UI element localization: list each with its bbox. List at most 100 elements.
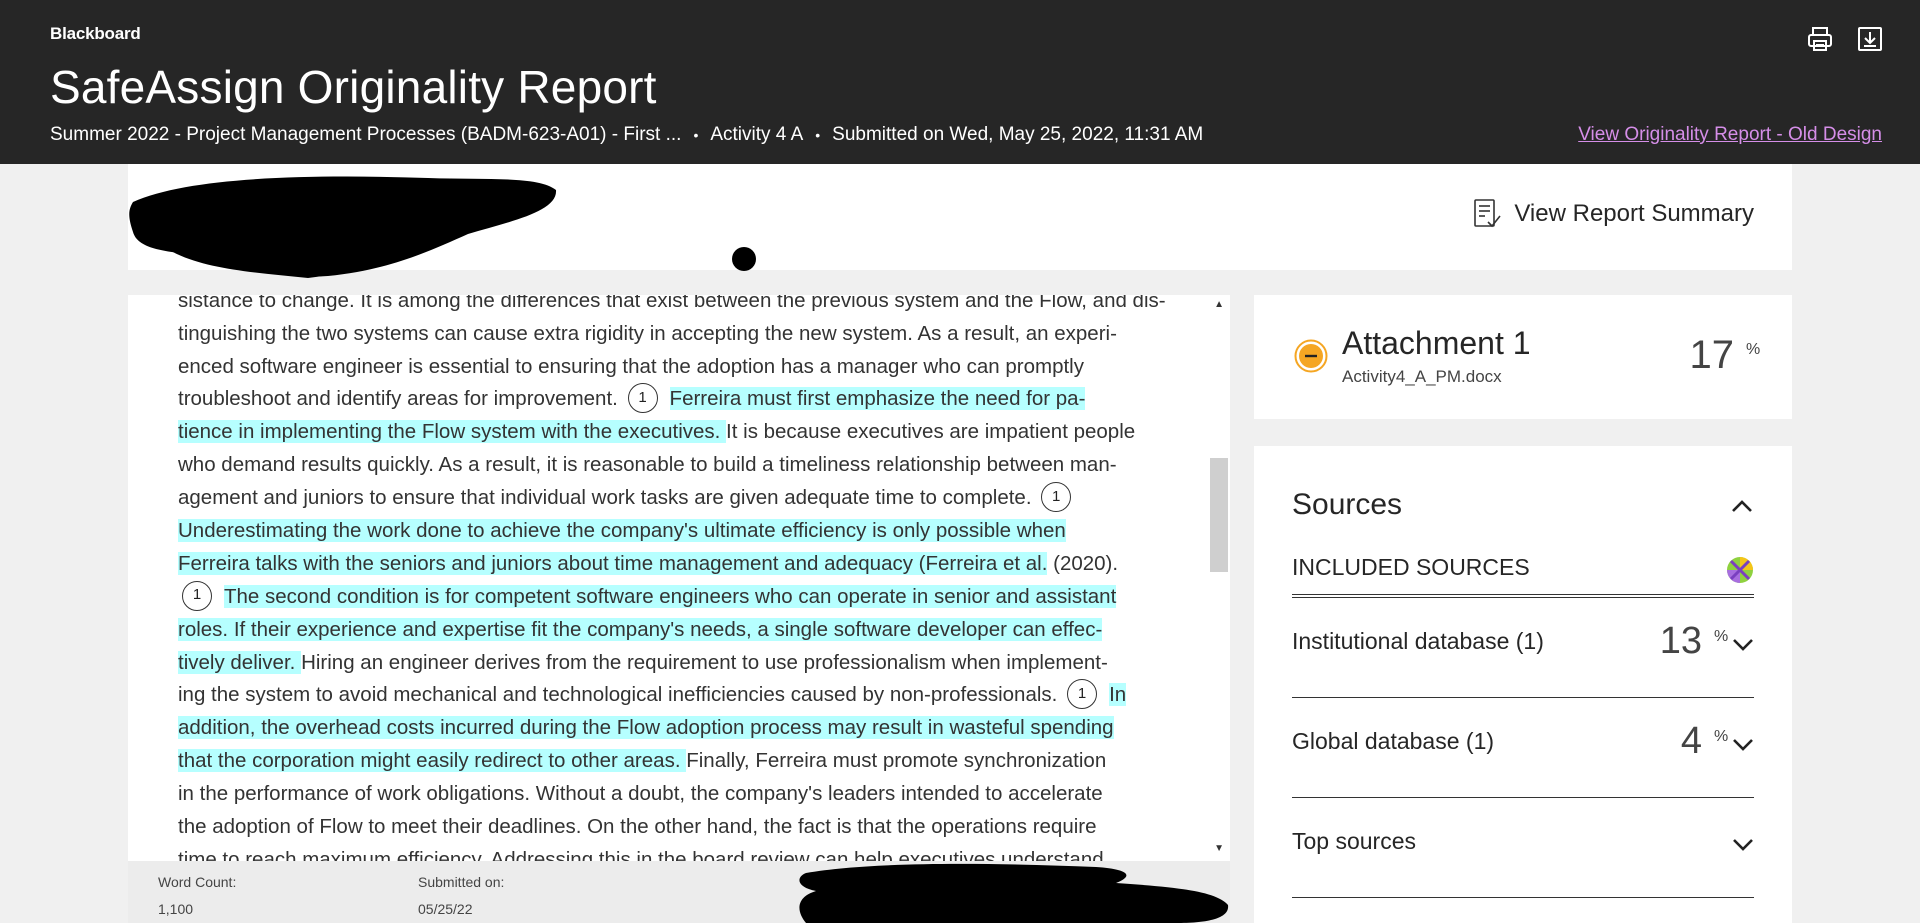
attachment-percent: 17%	[1689, 333, 1761, 378]
meta-separator: •	[693, 127, 699, 143]
print-icon[interactable]	[1805, 24, 1835, 54]
document-text-segment: Finally, Ferreira must promote synchroni…	[686, 749, 1107, 773]
activity-name: Activity 4 A	[710, 124, 804, 145]
redaction-mark	[799, 863, 1229, 923]
redaction-mark	[129, 176, 557, 278]
source-percent: 4%	[1680, 720, 1728, 763]
document-text-segment: in the performance of work obligations. …	[178, 782, 1103, 806]
document-line: tinguishing the two systems can cause ex…	[178, 318, 1178, 351]
document-text-segment: time to reach maximum efficiency. Addres…	[178, 847, 1104, 861]
sources-title: Sources	[1292, 488, 1403, 521]
view-report-summary-label: View Report Summary	[1514, 200, 1754, 227]
document-text-segment: enced software engineer is essential to …	[178, 354, 1084, 378]
document-viewer[interactable]: sistance to change. It is among the diff…	[128, 295, 1230, 861]
included-sources-label: INCLUDED SOURCES	[1292, 554, 1530, 580]
old-design-link[interactable]: View Originality Report - Old Design	[1578, 124, 1882, 146]
document-line: 1 The second condition is for competent s…	[178, 580, 1178, 614]
submitted-on-value: 05/25/22	[418, 901, 473, 917]
document-line: tience in implementing the Flow system w…	[178, 416, 1178, 449]
page-title: SafeAssign Originality Report	[50, 61, 657, 113]
document-text: sistance to change. It is among the diff…	[178, 295, 1178, 861]
document-text-segment: tinguishing the two systems can cause ex…	[178, 321, 1117, 345]
document-text-segment: who demand results quickly. As a result,…	[178, 453, 1117, 477]
matched-text[interactable]: The second condition is for competent so…	[224, 584, 1117, 608]
source-percent-value: 13	[1659, 620, 1702, 662]
report-header: Blackboard SafeAssign Originality Report…	[0, 0, 1920, 164]
document-line: ing the system to avoid mechanical and t…	[178, 679, 1178, 712]
document-line: sistance to change. It is among the diff…	[178, 295, 1178, 318]
matched-text[interactable]: tience in implementing the Flow system w…	[178, 420, 727, 444]
match-marker[interactable]: 1	[1067, 679, 1098, 710]
document-line: roles. If their experience and expertise…	[178, 614, 1178, 647]
matched-text[interactable]: that the corporation might easily redire…	[178, 749, 687, 773]
source-name: Global database (1)	[1292, 728, 1495, 754]
word-count-value: 1,100	[158, 901, 194, 917]
source-percent: 13%	[1659, 620, 1729, 663]
source-name: Institutional database (1)	[1292, 628, 1544, 654]
matched-text[interactable]: In	[1109, 683, 1127, 707]
document-line: addition, the overhead costs incurred du…	[178, 712, 1178, 745]
expand-chevron-down-icon[interactable]	[1732, 638, 1754, 652]
document-text-segment: It is because executives are impatient p…	[726, 420, 1136, 444]
document-footer: Word Count: 1,100 Submitted on: 05/25/22	[128, 861, 1230, 923]
expand-chevron-down-icon[interactable]	[1732, 838, 1754, 852]
matched-text[interactable]: Ferreira must first emphasize the need f…	[669, 387, 1086, 411]
match-marker[interactable]: 1	[182, 580, 212, 611]
document-line: troubleshoot and identify areas for impr…	[178, 383, 1178, 416]
attachment-status-icon	[1294, 339, 1328, 373]
matched-text[interactable]: roles. If their experience and expertise…	[178, 617, 1103, 641]
document-text-segment: the adoption of Flow to meet their deadl…	[178, 814, 1097, 838]
submitted-date: Submitted on Wed, May 25, 2022, 11:31 AM	[832, 124, 1204, 145]
document-line: the adoption of Flow to meet their deadl…	[178, 811, 1178, 844]
collapse-chevron-up-icon[interactable]	[1730, 498, 1754, 514]
source-name: Top sources	[1292, 828, 1417, 854]
course-name: Summer 2022 - Project Management Process…	[50, 124, 682, 145]
attachment-panel[interactable]: Attachment 1 Activity4_A_PM.docx 17%	[1254, 295, 1792, 419]
document-text-segment: Hiring an engineer derives from the requ…	[301, 650, 1108, 674]
document-line: in the performance of work obligations. …	[178, 778, 1178, 811]
document-text-segment: agement and juniors to ensure that indiv…	[178, 486, 1038, 510]
expand-chevron-down-icon[interactable]	[1732, 738, 1754, 752]
match-marker[interactable]: 1	[1041, 482, 1072, 513]
matched-text[interactable]: tively deliver.	[178, 650, 302, 674]
document-line: that the corporation might easily redire…	[178, 745, 1178, 778]
meta-separator: •	[815, 127, 821, 143]
document-line: enced software engineer is essential to …	[178, 351, 1178, 384]
scroll-down-icon[interactable]: ▼	[1214, 843, 1224, 854]
submitted-on-label: Submitted on:	[418, 874, 505, 890]
view-report-summary-button[interactable]: View Report Summary	[1472, 198, 1754, 230]
student-bar: View Report Summary	[128, 164, 1792, 278]
document-text-segment: sistance to change. It is among the diff…	[178, 295, 1166, 312]
document-text-segment: ing the system to avoid mechanical and t…	[178, 683, 1064, 707]
scroll-up-icon[interactable]: ▲	[1214, 299, 1224, 310]
document-text-segment: (2020).	[1047, 551, 1119, 575]
attachment-percent-value: 17	[1689, 333, 1735, 377]
source-row[interactable]: Institutional database (1) 13%	[1292, 598, 1754, 698]
matched-text[interactable]: Ferreira talks with the seniors and juni…	[178, 551, 1048, 575]
attachment-title: Attachment 1	[1342, 325, 1531, 361]
document-line: Underestimating the work done to achieve…	[178, 515, 1178, 548]
document-line: time to reach maximum efficiency. Addres…	[178, 844, 1178, 861]
download-icon[interactable]	[1855, 24, 1885, 54]
attachment-filename: Activity4_A_PM.docx	[1342, 367, 1502, 386]
percent-sign: %	[1746, 341, 1761, 358]
source-percent-value: 4	[1680, 720, 1702, 762]
source-color-icon[interactable]	[1726, 556, 1754, 584]
matched-text[interactable]: Underestimating the work done to achieve…	[178, 519, 1066, 543]
match-marker[interactable]: 1	[627, 383, 658, 414]
percent-sign: %	[1714, 628, 1729, 645]
percent-sign: %	[1714, 728, 1729, 745]
source-row[interactable]: Top sources	[1292, 798, 1754, 898]
document-line: tively deliver. Hiring an engineer deriv…	[178, 647, 1178, 680]
scrollbar-thumb[interactable]	[1210, 458, 1228, 572]
document-scrollbar[interactable]: ▲ ▼	[1208, 295, 1230, 861]
document-line: who demand results quickly. As a result,…	[178, 449, 1178, 482]
matched-text[interactable]: addition, the overhead costs incurred du…	[178, 716, 1114, 740]
sources-panel: Sources INCLUDED SOURCES Institutional d…	[1254, 446, 1792, 923]
brand-logo: Blackboard	[50, 24, 141, 43]
source-row[interactable]: Global database (1) 4%	[1292, 698, 1754, 798]
submission-meta: Summer 2022 - Project Management Process…	[50, 124, 1203, 146]
document-text-segment: troubleshoot and identify areas for impr…	[178, 387, 624, 411]
document-line: agement and juniors to ensure that indiv…	[178, 482, 1178, 515]
document-line: Ferreira talks with the seniors and juni…	[178, 548, 1178, 581]
